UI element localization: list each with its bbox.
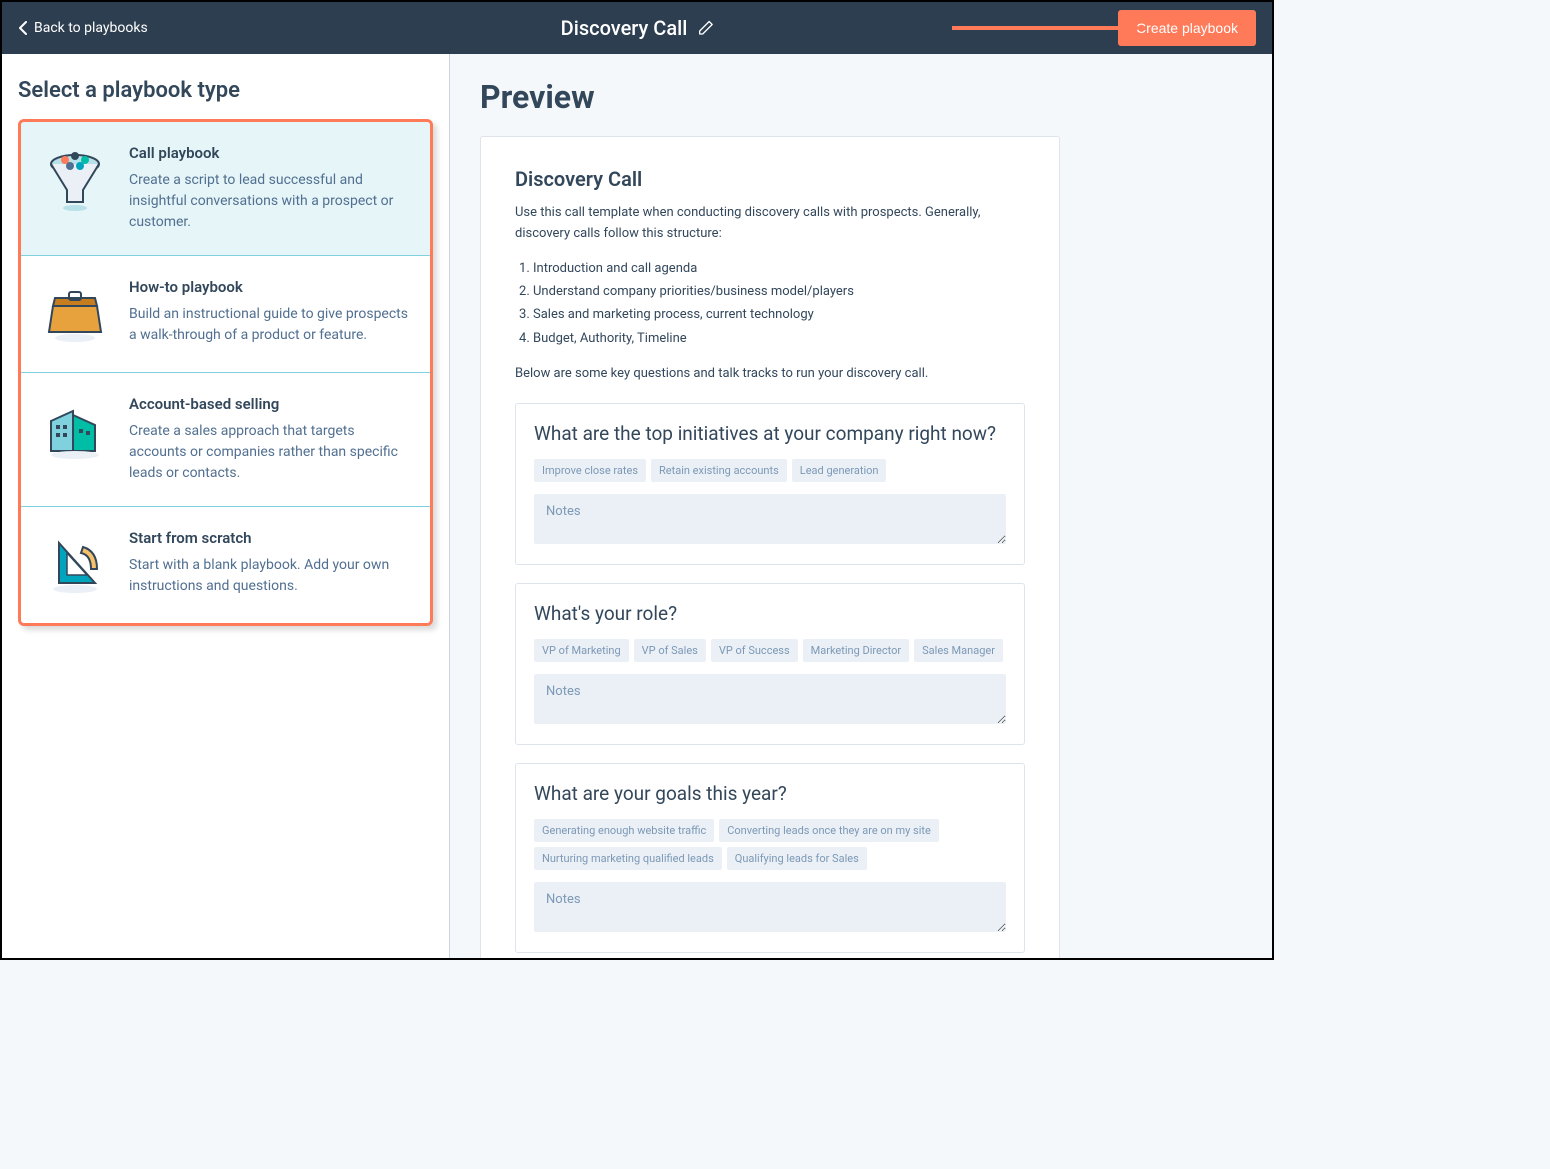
buildings-icon [39,395,111,467]
type-card-call-playbook[interactable]: Call playbook Create a script to lead su… [21,122,430,256]
type-desc: Build an instructional guide to give pro… [129,304,412,346]
question-text: What's your role? [534,602,1006,625]
step-item: Introduction and call agenda [533,257,1025,280]
answer-chip[interactable]: Marketing Director [803,639,909,662]
type-card-how-to[interactable]: How-to playbook Build an instructional g… [21,256,430,373]
briefcase-icon [39,278,111,350]
preview-pane: Preview Discovery Call Use this call tem… [450,54,1272,958]
doc-title: Discovery Call [515,167,1025,191]
notes-input[interactable] [534,494,1006,544]
type-desc: Start with a blank playbook. Add your ow… [129,555,412,597]
title-text: Discovery Call [561,16,688,40]
answer-chip[interactable]: VP of Marketing [534,639,629,662]
step-item: Understand company priorities/business m… [533,280,1025,303]
answer-chip[interactable]: Qualifying leads for Sales [727,847,867,870]
notes-input[interactable] [534,882,1006,932]
type-title: Call playbook [129,144,412,162]
step-item: Sales and marketing process, current tec… [533,303,1025,326]
sidebar: Select a playbook type Call playbook Cre… [2,54,450,958]
type-desc: Create a script to lead successful and i… [129,170,412,233]
sidebar-heading: Select a playbook type [18,78,433,103]
page-title[interactable]: Discovery Call [561,16,714,40]
question-text: What are your goals this year? [534,782,1006,805]
back-to-playbooks-link[interactable]: Back to playbooks [18,20,148,36]
doc-intro: Use this call template when conducting d… [515,203,1025,245]
chevron-left-icon [18,21,28,35]
type-title: Start from scratch [129,529,412,547]
chip-row: Improve close rates Retain existing acco… [534,459,1006,482]
top-bar: Back to playbooks Discovery Call Create … [2,2,1272,54]
back-label: Back to playbooks [34,20,148,36]
question-card: What's your role? VP of Marketing VP of … [515,583,1025,745]
type-desc: Create a sales approach that targets acc… [129,421,412,484]
step-item: Budget, Authority, Timeline [533,327,1025,350]
doc-steps: Introduction and call agenda Understand … [533,257,1025,351]
answer-chip[interactable]: Nurturing marketing qualified leads [534,847,722,870]
funnel-icon [39,144,111,216]
answer-chip[interactable]: Retain existing accounts [651,459,787,482]
answer-chip[interactable]: VP of Sales [634,639,706,662]
answer-chip[interactable]: VP of Success [711,639,798,662]
question-card: What are the top initiatives at your com… [515,403,1025,565]
preview-document: Discovery Call Use this call template wh… [480,136,1060,958]
type-card-start-scratch[interactable]: Start from scratch Start with a blank pl… [21,507,430,623]
chip-row: Generating enough website traffic Conver… [534,819,1006,870]
create-playbook-button[interactable]: Create playbook [1118,10,1256,46]
playbook-type-list: Call playbook Create a script to lead su… [18,119,433,626]
type-title: Account-based selling [129,395,412,413]
type-title: How-to playbook [129,278,412,296]
annotation-arrow [952,18,1142,38]
question-text: What are the top initiatives at your com… [534,422,1006,445]
chip-row: VP of Marketing VP of Sales VP of Succes… [534,639,1006,662]
preview-heading: Preview [480,78,1242,116]
ruler-triangle-icon [39,529,111,601]
answer-chip[interactable]: Converting leads once they are on my sit… [719,819,939,842]
type-card-account-based[interactable]: Account-based selling Create a sales app… [21,373,430,507]
question-card: What are your goals this year? Generatin… [515,763,1025,953]
doc-outro: Below are some key questions and talk tr… [515,364,1025,385]
answer-chip[interactable]: Sales Manager [914,639,1003,662]
answer-chip[interactable]: Lead generation [792,459,887,482]
answer-chip[interactable]: Generating enough website traffic [534,819,714,842]
answer-chip[interactable]: Improve close rates [534,459,646,482]
notes-input[interactable] [534,674,1006,724]
main-content: Select a playbook type Call playbook Cre… [2,54,1272,958]
edit-icon[interactable] [697,20,713,36]
